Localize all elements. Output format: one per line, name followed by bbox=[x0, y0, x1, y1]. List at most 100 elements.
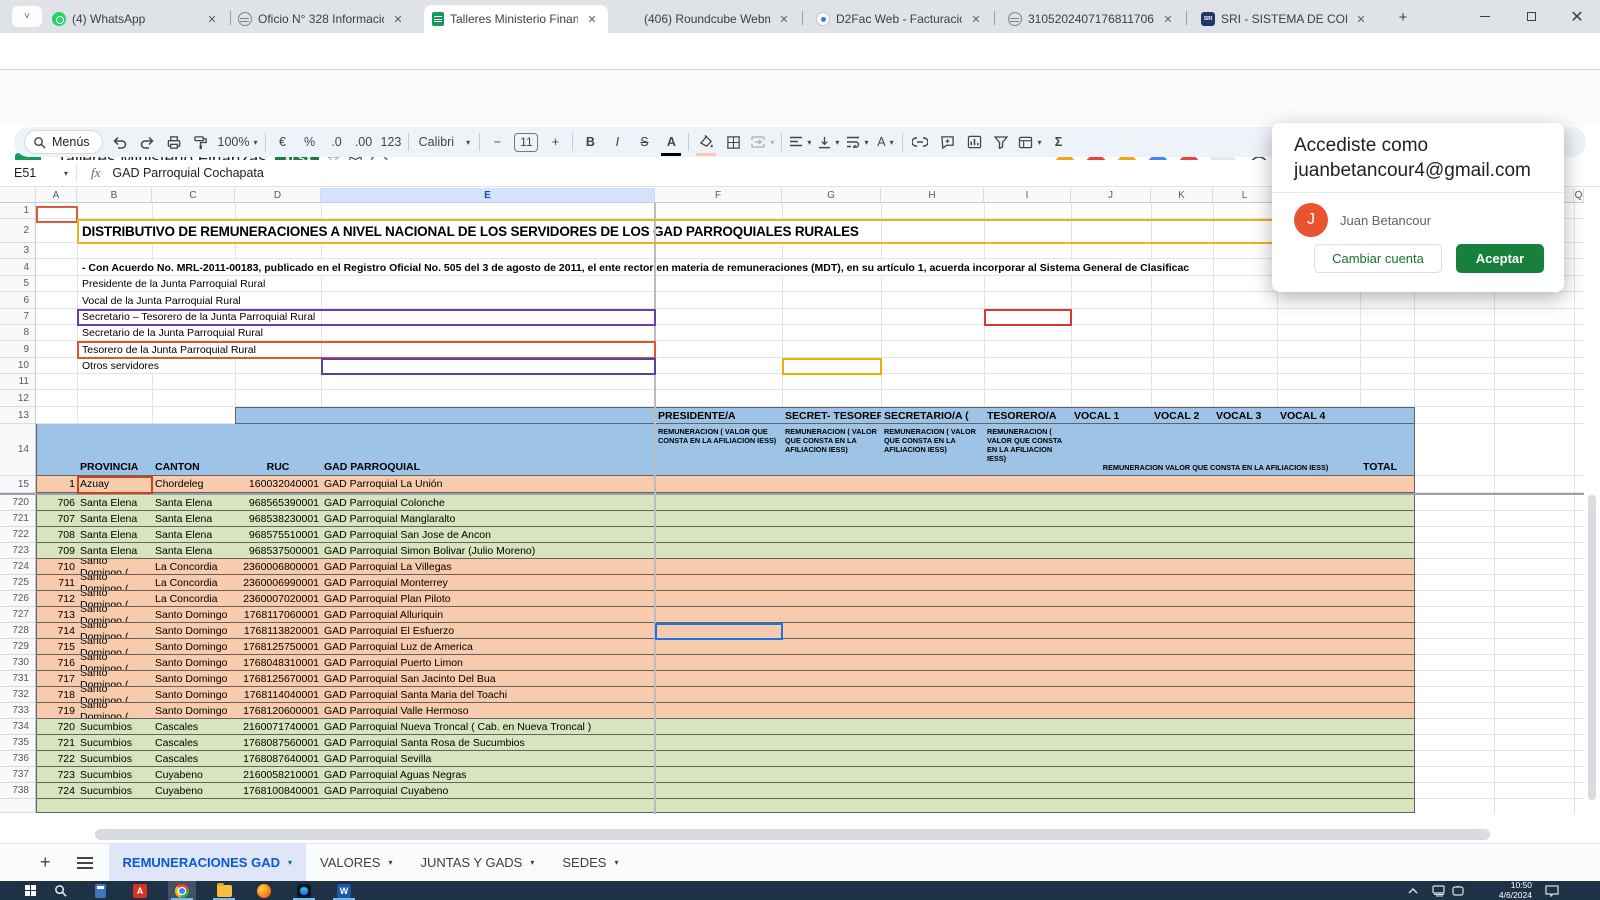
table-cell[interactable] bbox=[1151, 527, 1214, 543]
tray-expand-icon[interactable] bbox=[1408, 881, 1418, 900]
table-cell[interactable]: RUC bbox=[235, 424, 322, 476]
decrease-decimals-button[interactable]: .0 bbox=[327, 131, 347, 153]
table-cell[interactable]: Sucumbios bbox=[77, 783, 153, 799]
table-cell[interactable] bbox=[1151, 783, 1214, 799]
table-cell[interactable]: Santo Domingo ( bbox=[77, 591, 153, 607]
table-cell[interactable]: VOCAL 4 bbox=[1277, 407, 1361, 424]
table-cell[interactable] bbox=[1360, 783, 1415, 799]
text-color-button[interactable]: A bbox=[661, 131, 681, 153]
row-header[interactable]: 724 bbox=[0, 559, 36, 575]
sheet-tab[interactable]: VALORES▾ bbox=[306, 844, 406, 882]
start-button[interactable] bbox=[16, 881, 44, 900]
table-cell[interactable] bbox=[1213, 703, 1278, 719]
row-header[interactable]: 728 bbox=[0, 623, 36, 639]
table-cell[interactable]: GAD Parroquial Sevilla bbox=[321, 751, 656, 767]
table-cell[interactable] bbox=[1277, 655, 1361, 671]
column-header[interactable]: H bbox=[881, 188, 984, 203]
row-header[interactable]: 721 bbox=[0, 511, 36, 527]
row-header[interactable]: 12 bbox=[0, 390, 36, 407]
table-cell[interactable] bbox=[1071, 783, 1152, 799]
table-cell[interactable] bbox=[1277, 495, 1361, 511]
bold-button[interactable]: B bbox=[580, 131, 600, 153]
table-cell[interactable]: GAD Parroquial Luz de America bbox=[321, 639, 656, 655]
table-cell[interactable]: 719 bbox=[36, 703, 78, 719]
table-cell[interactable]: GAD Parroquial Monterrey bbox=[321, 575, 656, 591]
table-cell[interactable] bbox=[1360, 655, 1415, 671]
window-minimize-button[interactable] bbox=[1462, 0, 1508, 33]
table-cell[interactable]: Cascales bbox=[152, 751, 236, 767]
table-cell[interactable]: REMUNERACION ( VALOR QUE CONSTA EN LA AF… bbox=[655, 424, 783, 476]
table-cell[interactable] bbox=[1360, 407, 1415, 424]
table-cell[interactable] bbox=[1071, 511, 1152, 527]
row-header[interactable]: 14 bbox=[0, 424, 36, 476]
table-cell[interactable]: CANTON bbox=[152, 424, 236, 476]
table-cell[interactable] bbox=[1213, 575, 1278, 591]
table-cell[interactable] bbox=[1151, 559, 1214, 575]
table-cell[interactable] bbox=[1151, 703, 1214, 719]
table-cell[interactable] bbox=[655, 639, 783, 655]
table-cell[interactable]: SECRETARIO/A ( bbox=[881, 407, 985, 424]
cell-text[interactable]: - Con Acuerdo No. MRL-2011-00183, public… bbox=[78, 260, 1189, 275]
table-cell[interactable]: Santo Domingo bbox=[152, 607, 236, 623]
table-cell[interactable] bbox=[881, 767, 985, 783]
table-cell[interactable] bbox=[1360, 623, 1415, 639]
borders-icon[interactable] bbox=[723, 131, 743, 153]
table-cell[interactable]: GAD Parroquial Santa Maria del Toachi bbox=[321, 687, 656, 703]
table-cell[interactable] bbox=[1213, 476, 1278, 493]
column-header[interactable]: I bbox=[984, 188, 1071, 203]
table-cell[interactable] bbox=[1151, 543, 1214, 559]
table-cell[interactable] bbox=[984, 543, 1072, 559]
input-method-icon[interactable] bbox=[1452, 881, 1464, 900]
table-cell[interactable] bbox=[1360, 559, 1415, 575]
filter-icon[interactable] bbox=[991, 131, 1011, 153]
table-cell[interactable]: Sucumbios bbox=[77, 735, 153, 751]
text-wrap-icon[interactable]: ▾ bbox=[846, 131, 868, 153]
table-cell[interactable] bbox=[984, 655, 1072, 671]
table-cell[interactable] bbox=[1360, 687, 1415, 703]
table-cell[interactable] bbox=[881, 511, 985, 527]
table-cell[interactable] bbox=[1360, 476, 1415, 493]
table-cell[interactable] bbox=[655, 767, 783, 783]
table-cell[interactable] bbox=[1277, 607, 1361, 623]
table-cell[interactable] bbox=[1360, 495, 1415, 511]
increase-decimals-button[interactable]: .00 bbox=[354, 131, 374, 153]
table-cell[interactable] bbox=[1360, 591, 1415, 607]
table-cell[interactable]: Santa Elena bbox=[77, 527, 153, 543]
cell-text[interactable]: Secretario de la Junta Parroquial Rural bbox=[78, 326, 263, 340]
table-cell[interactable] bbox=[1151, 799, 1214, 813]
table-cell[interactable] bbox=[1277, 767, 1361, 783]
table-cell[interactable] bbox=[1151, 476, 1214, 493]
table-cell[interactable] bbox=[655, 735, 783, 751]
table-cell[interactable]: Santo Domingo ( bbox=[77, 639, 153, 655]
table-cell[interactable] bbox=[1277, 751, 1361, 767]
table-cell[interactable] bbox=[984, 719, 1072, 735]
table-cell[interactable] bbox=[881, 591, 985, 607]
table-cell[interactable]: 1768048310001 bbox=[235, 655, 322, 671]
column-header[interactable]: K bbox=[1151, 188, 1213, 203]
row-header[interactable]: 2 bbox=[0, 219, 36, 243]
table-cell[interactable] bbox=[1071, 607, 1152, 623]
table-cell[interactable]: GAD Parroquial La Villegas bbox=[321, 559, 656, 575]
table-cell[interactable]: 724 bbox=[36, 783, 78, 799]
sheet-tab-active[interactable]: REMUNERACIONES GAD▾ bbox=[109, 844, 306, 882]
table-cell[interactable]: Santo Domingo bbox=[152, 639, 236, 655]
table-cell[interactable]: Santa Elena bbox=[77, 543, 153, 559]
taskbar-clock[interactable]: 10:504/6/2024 bbox=[1470, 881, 1532, 900]
table-cell[interactable] bbox=[1071, 735, 1152, 751]
row-header[interactable]: 723 bbox=[0, 543, 36, 559]
table-cell[interactable]: 968537500001 bbox=[235, 543, 322, 559]
horizontal-scrollbar[interactable] bbox=[95, 829, 1490, 840]
table-cell[interactable] bbox=[782, 495, 882, 511]
table-cell[interactable] bbox=[881, 476, 985, 493]
browser-tab[interactable]: (406) Roundcube Webmail :: En✕ bbox=[616, 5, 800, 33]
table-cell[interactable]: 1 bbox=[36, 476, 78, 493]
table-cell[interactable] bbox=[984, 511, 1072, 527]
table-cell[interactable]: 713 bbox=[36, 607, 78, 623]
firefox-icon[interactable] bbox=[250, 881, 278, 900]
table-cell[interactable] bbox=[1151, 511, 1214, 527]
table-cell[interactable] bbox=[881, 655, 985, 671]
table-cell[interactable]: PROVINCIA bbox=[77, 424, 153, 476]
table-cell[interactable] bbox=[984, 767, 1072, 783]
table-cell[interactable] bbox=[1151, 767, 1214, 783]
format-percent-button[interactable]: % bbox=[300, 131, 320, 153]
